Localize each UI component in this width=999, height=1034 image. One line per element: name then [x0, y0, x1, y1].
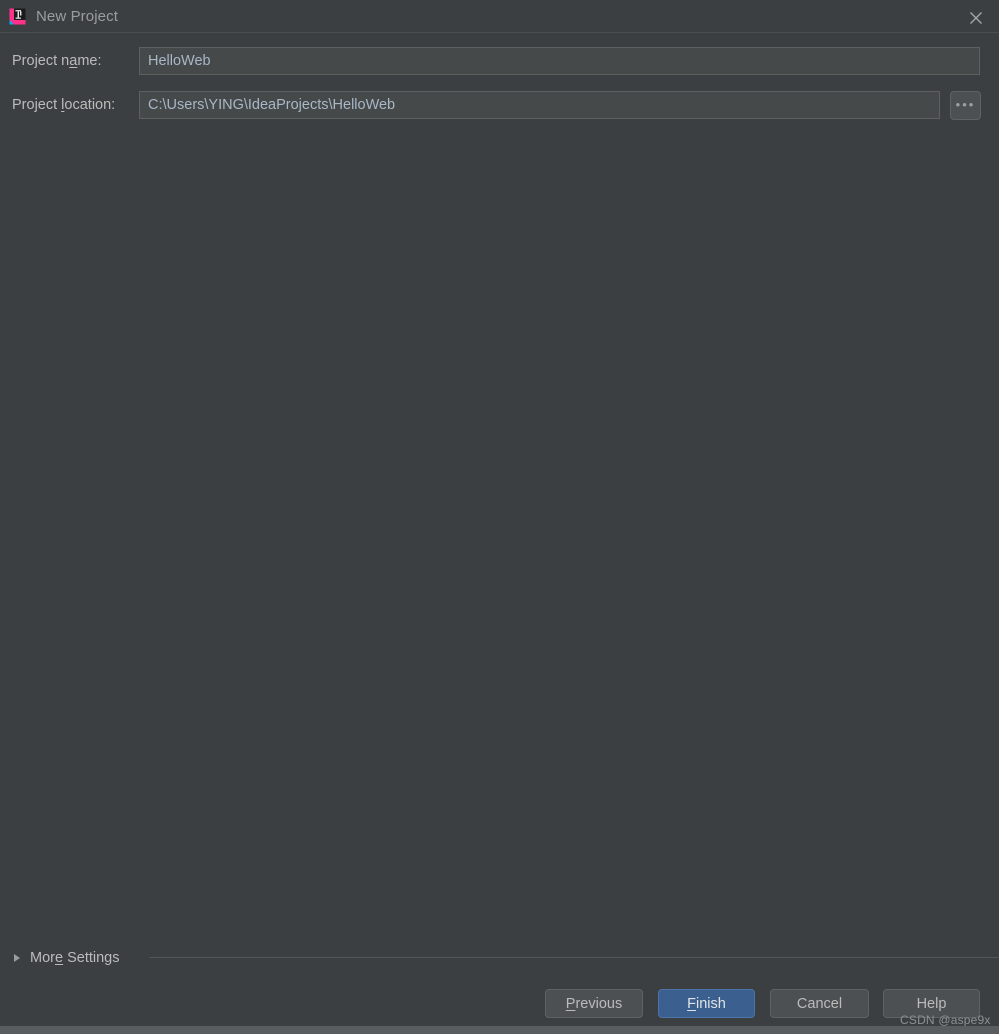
help-button-text: Help	[916, 995, 947, 1012]
browse-directory-button[interactable]: •••	[950, 91, 981, 120]
project-name-label-text-a: Project n	[12, 53, 70, 69]
dialog-titlebar: New Project	[0, 0, 999, 33]
project-name-label: Project name:	[12, 52, 101, 70]
project-location-input[interactable]	[139, 91, 940, 119]
bottom-clipped-strip	[0, 1026, 999, 1034]
more-settings-separator	[149, 957, 999, 958]
more-settings-toggle[interactable]: More Settings	[14, 947, 119, 969]
project-location-label-text-b: ocation:	[64, 97, 116, 113]
more-settings-mnemonic: e	[54, 950, 64, 966]
project-name-label-text-b: me:	[77, 53, 102, 69]
chevron-right-icon	[14, 954, 20, 962]
finish-button-mnemonic: F	[687, 995, 697, 1012]
bottom-clipped-text	[12, 1026, 16, 1031]
project-location-label: Project location:	[12, 96, 115, 114]
cancel-button[interactable]: Cancel	[770, 989, 869, 1018]
finish-button[interactable]: Finish	[658, 989, 755, 1018]
previous-button-mnemonic: P	[565, 995, 576, 1012]
cancel-button-text: Cancel	[796, 995, 843, 1012]
previous-button[interactable]: Previous	[545, 989, 643, 1018]
new-project-dialog: New Project Project name: Project locati…	[0, 0, 999, 1034]
intellij-idea-icon	[8, 7, 27, 26]
csdn-watermark: CSDN @aspe9x	[900, 1013, 991, 1027]
more-settings-label: More Settings	[30, 950, 119, 966]
more-settings-text-b: Settings	[63, 950, 120, 966]
close-icon[interactable]	[953, 0, 999, 33]
more-settings-text-a: Mor	[30, 950, 55, 966]
project-name-input[interactable]	[139, 47, 980, 75]
project-location-label-text-a: Project	[12, 97, 62, 113]
ellipsis-icon: •••	[955, 97, 976, 112]
previous-button-text-b: revious	[575, 995, 623, 1012]
dialog-title: New Project	[36, 8, 118, 25]
finish-button-text-b: inish	[696, 995, 726, 1012]
